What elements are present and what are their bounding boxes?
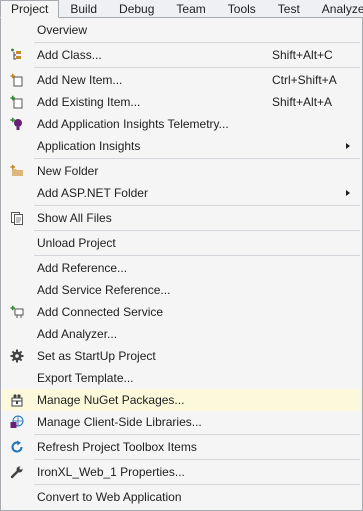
menu-item-label: Add ASP.NET Folder [37,186,148,200]
visual-studio-window: Project Build Debug Team Tools Test Anal… [0,0,363,511]
menu-item-new-folder[interactable]: New Folder [2,160,361,182]
menubar-tools[interactable]: Tools [217,0,267,17]
menu-item-label: Add Service Reference... [37,283,171,297]
menu-item-label: Add Application Insights Telemetry... [37,117,229,131]
submenu-arrow-icon [346,143,350,149]
menubar-team[interactable]: Team [165,0,216,17]
menu-bar: Project Build Debug Team Tools Test Anal… [0,0,363,18]
menu-item-manage-client-libraries[interactable]: Manage Client-Side Libraries... [2,411,361,433]
menu-item-label: Add Class... [37,48,102,62]
menu-item-add-connected-service[interactable]: Add Connected Service [2,301,361,323]
gear-icon [10,349,24,363]
menu-item-add-analyzer[interactable]: Add Analyzer... [2,323,361,345]
add-class-icon [10,48,24,62]
menu-item-label: Add Connected Service [37,305,164,319]
project-menu-list: Overview Add Class... Shift+Alt+C Add Ne… [2,19,361,508]
menu-item-label: Set as StartUp Project [37,349,156,363]
menu-item-label: Show All Files [37,211,112,225]
project-menu-dropdown: Overview Add Class... Shift+Alt+C Add Ne… [0,17,363,511]
menu-item-add-existing-item[interactable]: Add Existing Item... Shift+Alt+A [2,91,361,113]
menu-item-label: Application Insights [37,139,141,153]
menu-item-label: Refresh Project Toolbox Items [37,440,197,454]
menu-item-refresh-toolbox[interactable]: Refresh Project Toolbox Items [2,436,361,458]
connected-service-icon [10,305,24,319]
menu-item-set-startup-project[interactable]: Set as StartUp Project [2,345,361,367]
menu-item-properties[interactable]: IronXL_Web_1 Properties... [2,461,361,483]
submenu-arrow-icon [346,190,350,196]
menu-item-add-aspnet-folder[interactable]: Add ASP.NET Folder [2,182,361,204]
shortcut-text: Shift+Alt+C [272,48,333,62]
menu-item-overview[interactable]: Overview [2,19,361,41]
menu-item-export-template[interactable]: Export Template... [2,367,361,389]
wrench-icon [10,465,24,479]
menu-item-label: Add Reference... [37,261,128,275]
shortcut-text: Shift+Alt+A [272,95,333,109]
menu-item-add-class[interactable]: Add Class... Shift+Alt+C [2,44,361,66]
menu-item-add-service-reference[interactable]: Add Service Reference... [2,279,361,301]
nuget-icon [10,393,24,407]
add-existing-item-icon [10,95,24,109]
menubar-debug[interactable]: Debug [108,0,165,17]
show-all-files-icon [10,211,24,225]
menu-item-manage-nuget[interactable]: Manage NuGet Packages... [2,389,361,411]
app-insights-icon [10,117,24,131]
menu-item-application-insights[interactable]: Application Insights [2,135,361,157]
menu-item-label: Add New Item... [37,73,123,87]
shortcut-text: Ctrl+Shift+A [272,73,337,87]
menu-item-label: Unload Project [37,236,116,250]
menu-item-label: Overview [37,23,88,37]
menu-item-convert-web-app[interactable]: Convert to Web Application [2,486,361,508]
menu-item-label: New Folder [37,164,99,178]
menu-item-unload-project[interactable]: Unload Project [2,232,361,254]
menubar-build[interactable]: Build [59,0,108,17]
menu-item-label: Manage NuGet Packages... [37,393,185,407]
refresh-icon [10,440,24,454]
menu-item-label: Convert to Web Application [37,490,182,504]
menu-item-show-all-files[interactable]: Show All Files [2,207,361,229]
client-libraries-icon [10,415,24,429]
menu-item-label: Export Template... [37,371,134,385]
new-folder-icon [10,164,24,178]
menu-item-add-app-insights-telemetry[interactable]: Add Application Insights Telemetry... [2,113,361,135]
menu-item-add-reference[interactable]: Add Reference... [2,257,361,279]
add-new-item-icon [10,73,24,87]
menubar-project[interactable]: Project [0,0,60,18]
menubar-test[interactable]: Test [267,0,311,17]
menu-item-label: Manage Client-Side Libraries... [37,415,202,429]
menu-item-add-new-item[interactable]: Add New Item... Ctrl+Shift+A [2,69,361,91]
menu-item-label: Add Existing Item... [37,95,141,109]
menu-item-label: Add Analyzer... [37,327,118,341]
menubar-analyze[interactable]: Analyze [311,0,363,17]
menu-item-label: IronXL_Web_1 Properties... [37,465,185,479]
